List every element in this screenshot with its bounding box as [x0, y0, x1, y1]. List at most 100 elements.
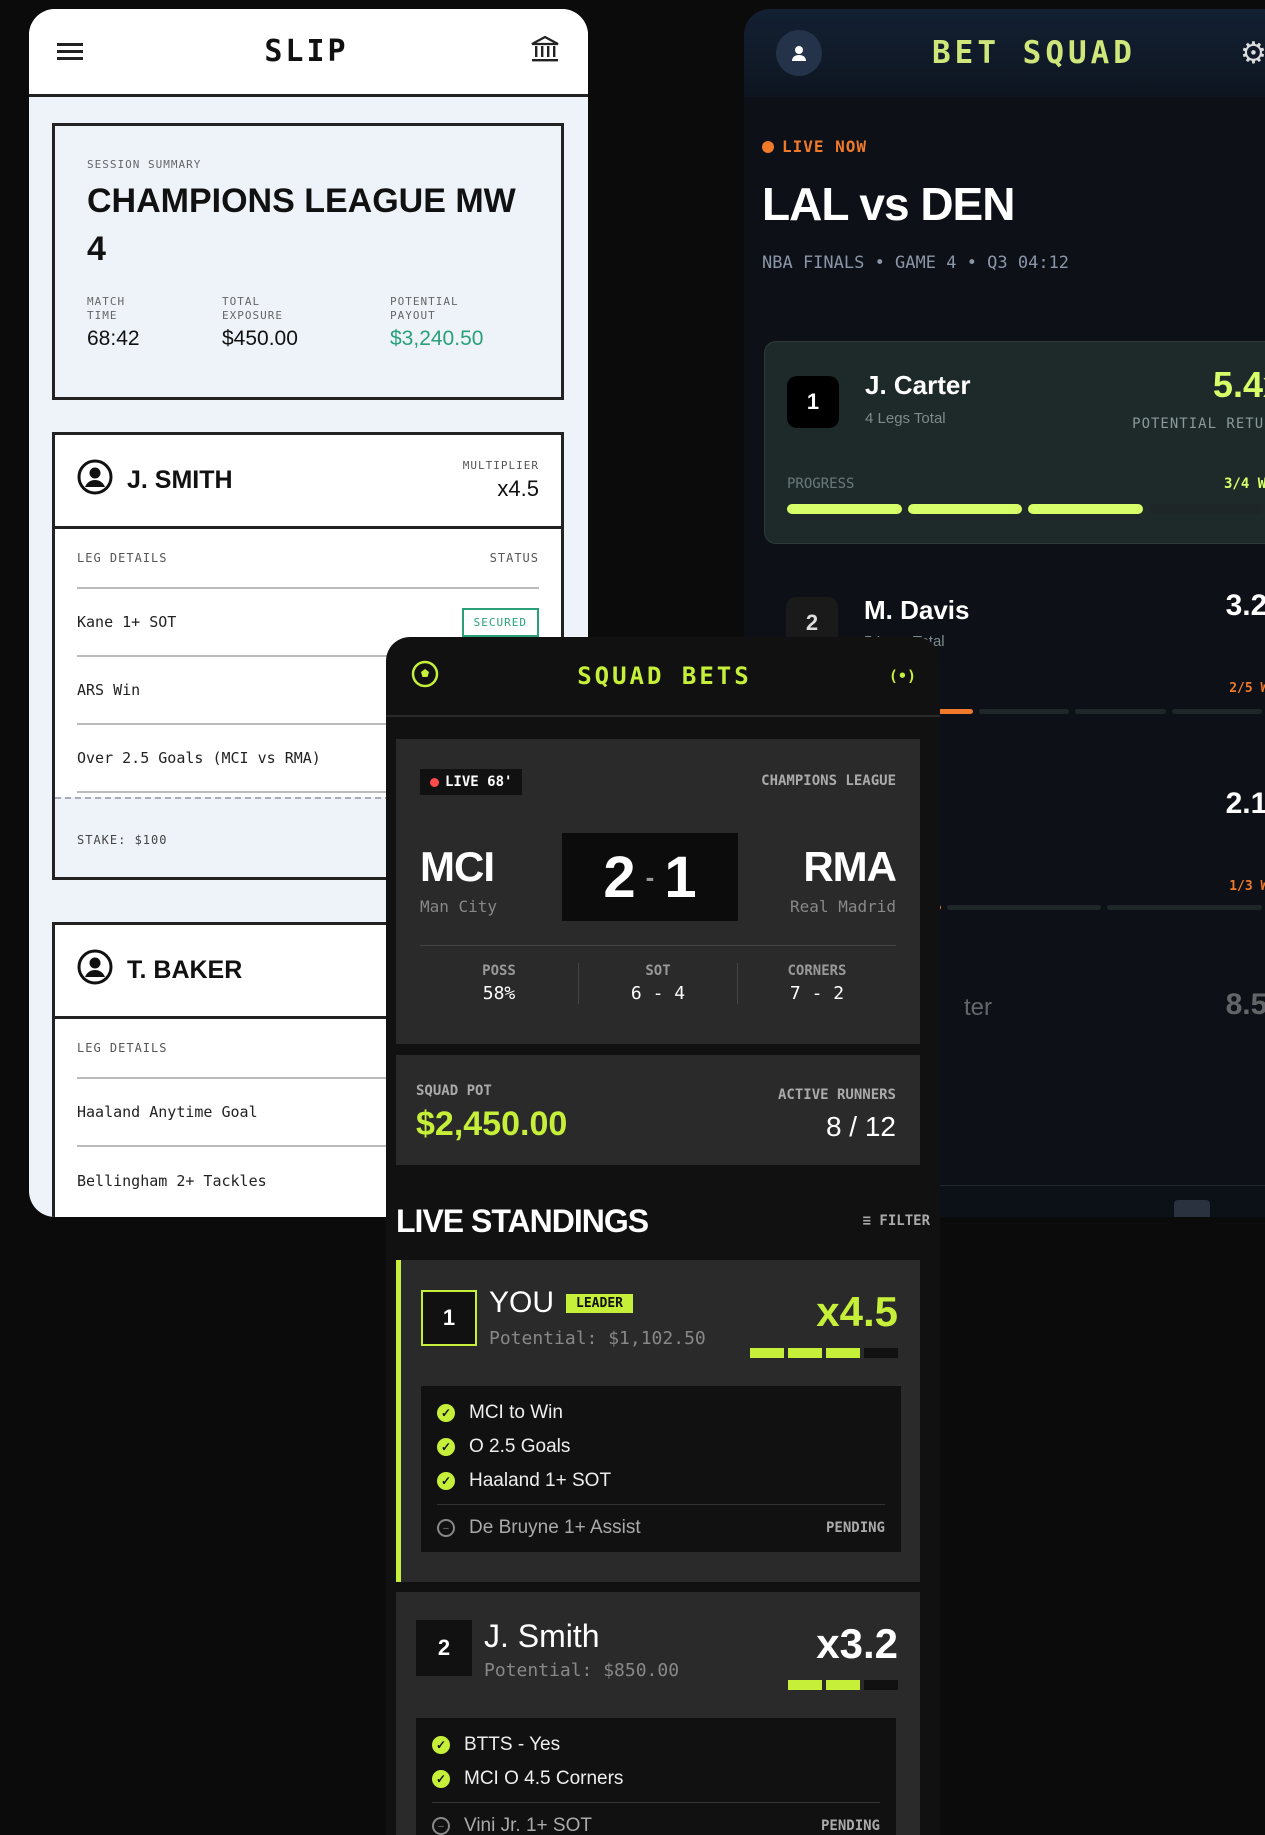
leg-item: ✓ Haaland 1+ SOT — [437, 1464, 885, 1498]
pending-status: PENDING — [825, 1520, 885, 1536]
user-icon — [77, 949, 113, 992]
soccer-ball-icon[interactable] — [410, 659, 440, 694]
settings-icon[interactable]: ⚙ — [1240, 36, 1265, 71]
multiplier: x4.5 — [816, 1288, 898, 1335]
stat-possession: POSS 58% — [420, 963, 579, 1004]
bank-icon[interactable] — [530, 35, 560, 68]
legs-count: 4 Legs Total — [865, 410, 946, 427]
progress-segment — [826, 1348, 860, 1358]
scoreboard: LIVE 68' CHAMPIONS LEAGUE MCI Man City 2… — [396, 739, 920, 1044]
pending-status: PENDING — [820, 1818, 880, 1834]
legs-header: LEG DETAILS STATUS — [77, 529, 539, 589]
entry-name: J. Smith — [484, 1618, 600, 1654]
potential-payout: Potential: $850.00 — [484, 1660, 680, 1681]
multiplier-block: MULTIPLIER x4.5 — [462, 459, 539, 501]
menu-icon[interactable] — [57, 39, 83, 64]
user-name: J. SMITH — [77, 459, 233, 502]
match-stats: POSS 58% SOT 6 - 4 CORNERS 7 - 2 — [420, 963, 896, 1004]
leg-item: ✓ BTTS - Yes — [432, 1728, 880, 1762]
leg-item: ✓ MCI to Win — [437, 1396, 885, 1430]
progress-segment — [1107, 905, 1263, 910]
slip-title: SLIP — [264, 34, 349, 69]
check-icon: ✓ — [437, 1438, 455, 1456]
progress-segment — [864, 1680, 898, 1690]
away-score: 1 — [664, 844, 697, 910]
squad-header: SQUAD BETS (•) — [386, 637, 940, 717]
user-icon — [77, 459, 113, 502]
progress-bar — [750, 1348, 898, 1358]
live-badge: LIVE 68' — [420, 769, 523, 795]
player-name: J. Carter — [865, 370, 971, 400]
legs-list: ✓ BTTS - Yes ✓ MCI O 4.5 Corners – Vini Jr.… — [416, 1718, 896, 1835]
leg-item: ✓ O 2.5 Goals — [437, 1430, 885, 1464]
standing-entry[interactable]: 1 YOU LEADER Potential: $1,102.50 x4.5 ✓… — [396, 1260, 920, 1582]
progress-segment — [1075, 709, 1166, 714]
rank-badge: 1 — [787, 376, 839, 428]
squad-pot-label: SQUAD POT — [416, 1083, 492, 1099]
home-team-name: Man City — [420, 897, 498, 916]
check-icon: ✓ — [437, 1472, 455, 1490]
squad-pot-panel: SQUAD POT $2,450.00 ACTIVE RUNNERS 8 / 1… — [396, 1055, 920, 1165]
progress-segment — [978, 709, 1070, 714]
live-now-label: LIVE NOW — [762, 137, 867, 156]
progress-segment — [750, 1348, 784, 1358]
profile-icon[interactable] — [776, 30, 822, 76]
pending-leg: – Vini Jr. 1+ SOT PENDING — [432, 1809, 880, 1835]
progress-segment — [946, 905, 1102, 910]
progress-segment — [788, 1680, 822, 1690]
multiplier: 3.2x — [1225, 589, 1265, 622]
squad-bets-screen: SQUAD BETS (•) LIVE 68' CHAMPIONS LEAGUE… — [386, 637, 940, 1835]
summary-title: CHAMPIONS LEAGUE MW 4 — [87, 182, 516, 268]
progress-bar — [788, 1680, 898, 1690]
home-score: 2 — [603, 844, 636, 910]
active-runners-label: ACTIVE RUNNERS — [777, 1087, 896, 1103]
progress-segment — [788, 1348, 822, 1358]
entry-name: YOU LEADER — [489, 1286, 633, 1320]
check-icon: ✓ — [437, 1404, 455, 1422]
player-card[interactable]: 1 J. Carter 4 Legs Total 5.4x POTENTIAL … — [764, 341, 1265, 544]
progress-segment — [826, 1680, 860, 1690]
multiplier: 2.1x — [1225, 787, 1265, 820]
home-team-code: MCI — [420, 843, 495, 890]
player-name: M. Davis — [864, 595, 970, 625]
stat-potential-payout: POTENTIAL PAYOUT $3,240.50 — [390, 295, 484, 350]
match-title: LAL vs DEN — [762, 178, 1015, 230]
progress-segment — [864, 1348, 898, 1358]
bet-squad-header: BET SQUAD ⚙ — [744, 9, 1265, 97]
stat-corners: CORNERS 7 - 2 — [787, 963, 847, 1004]
player-name: ter — [964, 994, 993, 1021]
won-status: 3/4 WON — [1223, 476, 1265, 492]
filter-button[interactable]: ≡ FILTER — [863, 1213, 930, 1229]
progress-segment — [1148, 504, 1263, 514]
progress-segment — [907, 504, 1022, 514]
rank-badge: 1 — [421, 1290, 477, 1346]
progress-segment — [787, 504, 902, 514]
potential-payout: Potential: $1,102.50 — [489, 1328, 706, 1349]
session-summary: SESSION SUMMARY CHAMPIONS LEAGUE MW 4 MA… — [52, 123, 564, 400]
won-status: 1/3 WON — [1229, 879, 1265, 894]
multiplier-label: POTENTIAL RETURN — [1132, 416, 1265, 432]
leg-item: ✓ MCI O 4.5 Corners — [432, 1762, 880, 1796]
pending-leg: – De Bruyne 1+ Assist PENDING — [437, 1511, 885, 1545]
legs-list: ✓ MCI to Win ✓ O 2.5 Goals ✓ Haaland 1+ SOT… — [421, 1386, 901, 1552]
stat-match-time: MATCH TIME 68:42 — [87, 295, 140, 350]
active-runners-value: 8 / 12 — [825, 1111, 896, 1142]
squad-pot-value: $2,450.00 — [416, 1105, 568, 1143]
nav-tab[interactable] — [1174, 1200, 1210, 1217]
bet-squad-title: BET SQUAD — [932, 35, 1136, 71]
multiplier: 5.4x — [1212, 364, 1265, 405]
standings-title: LIVE STANDINGS — [396, 1203, 649, 1239]
away-team-name: Real Madrid — [790, 897, 896, 916]
broadcast-icon[interactable]: (•) — [889, 667, 916, 685]
multiplier: 8.5x — [1225, 988, 1265, 1021]
summary-label: SESSION SUMMARY — [87, 158, 202, 171]
match-meta: NBA FINALS • GAME 4 • Q3 04:12 — [762, 253, 1070, 273]
status-badge: SECURED — [461, 607, 539, 637]
won-status: 2/5 WON — [1229, 681, 1265, 696]
multiplier: x3.2 — [816, 1620, 898, 1667]
user-name: T. BAKER — [77, 949, 242, 992]
progress-segment — [1028, 504, 1143, 514]
standing-entry[interactable]: 2 J. Smith Potential: $850.00 x3.2 ✓ BTTS… — [396, 1592, 920, 1835]
check-icon: ✓ — [432, 1736, 450, 1754]
progress-label: PROGRESS — [787, 476, 855, 492]
